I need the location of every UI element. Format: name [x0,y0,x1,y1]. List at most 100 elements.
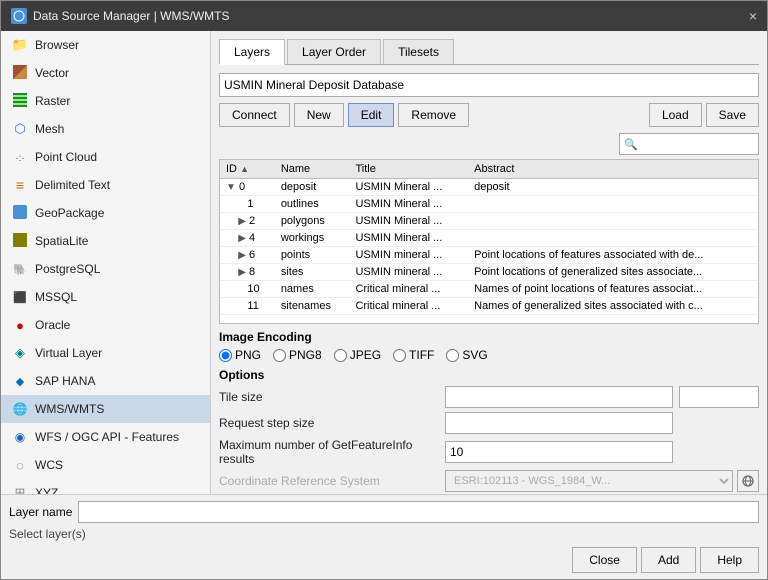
layer-name-input[interactable] [78,501,759,523]
table-row[interactable]: ▼ 0 deposit USMIN Mineral ... deposit [220,179,758,196]
crs-select[interactable]: ESRI:102113 - WGS_1984_W... [445,470,733,492]
virtual-icon [11,344,29,362]
sidebar-item-postgresql[interactable]: PostgreSQL [1,255,210,283]
edit-button[interactable]: Edit [348,103,395,127]
add-button[interactable]: Add [641,547,696,573]
table-row[interactable]: 1 outlines USMIN Mineral ... [220,196,758,213]
vector-icon [11,64,29,82]
sidebar-item-pointcloud[interactable]: Point Cloud [1,143,210,171]
request-step-input[interactable] [445,412,673,434]
sidebar-item-wcs[interactable]: WCS [1,451,210,479]
sidebar-item-delimited[interactable]: Delimited Text [1,171,210,199]
save-button[interactable]: Save [706,103,759,127]
table-row[interactable]: 11 sitenames Critical mineral ... Names … [220,298,758,315]
wcs-icon [11,456,29,474]
radio-png[interactable]: PNG [219,348,261,362]
cell-abstract [468,196,758,213]
radio-svg[interactable]: SVG [446,348,487,362]
close-window-button[interactable]: × [749,8,757,24]
connection-dropdown[interactable]: USMIN Mineral Deposit Database [219,73,759,97]
crs-row: ESRI:102113 - WGS_1984_W... [445,470,759,492]
max-features-input[interactable] [445,441,673,463]
sidebar-item-label: Virtual Layer [35,346,102,360]
col-name[interactable]: Name [275,160,350,179]
cell-id: 11 [220,298,275,315]
image-encoding-section: Image Encoding PNG PNG8 JPEG TIFF [219,330,759,362]
max-features-label: Maximum number of GetFeatureInfo results [219,438,439,466]
sidebar-item-label: SpatiaLite [35,234,88,248]
toolbar-buttons: Connect New Edit Remove Load Save [219,103,759,127]
sidebar-item-xyz[interactable]: XYZ [1,479,210,494]
sidebar-item-label: WCS [35,458,63,472]
radio-tiff[interactable]: TIFF [393,348,434,362]
titlebar-left: Data Source Manager | WMS/WMTS [11,8,230,24]
new-button[interactable]: New [294,103,344,127]
cell-name: sitenames [275,298,350,315]
table-row[interactable]: ▶ 4 workings USMIN Mineral ... [220,230,758,247]
col-title[interactable]: Title [349,160,468,179]
search-row: 🔍 [219,133,759,155]
sidebar-item-wfs[interactable]: WFS / OGC API - Features [1,423,210,451]
tile-size-label: Tile size [219,390,439,404]
layers-table-container: ID ▲ Name Title Abstract ▼ 0 deposit USM… [219,159,759,324]
sidebar-item-wms[interactable]: WMS/WMTS [1,395,210,423]
sap-icon [11,372,29,390]
sidebar-item-spatialite[interactable]: SpatiaLite [1,227,210,255]
sidebar: Browser Vector Raster Mesh Point Cloud D… [1,31,211,494]
tab-tilesets[interactable]: Tilesets [383,39,454,64]
spatialite-icon [11,232,29,250]
close-button[interactable]: Close [572,547,637,573]
cell-name: outlines [275,196,350,213]
connect-button[interactable]: Connect [219,103,290,127]
radio-jpeg[interactable]: JPEG [334,348,381,362]
sidebar-item-mssql[interactable]: MSSQL [1,283,210,311]
sidebar-item-vector[interactable]: Vector [1,59,210,87]
layers-table: ID ▲ Name Title Abstract ▼ 0 deposit USM… [220,160,758,315]
cell-abstract: Names of generalized sites associated wi… [468,298,758,315]
cell-title: Critical mineral ... [349,298,468,315]
table-row[interactable]: ▶ 6 points USMIN mineral ... Point locat… [220,247,758,264]
search-icon: 🔍 [624,138,638,151]
col-id[interactable]: ID ▲ [220,160,275,179]
tile-size-input1[interactable] [445,386,673,408]
sidebar-item-label: SAP HANA [35,374,95,388]
crs-label: Coordinate Reference System [219,474,439,488]
cell-name: names [275,281,350,298]
tab-layerorder[interactable]: Layer Order [287,39,381,64]
search-input[interactable] [640,137,754,151]
request-step-label: Request step size [219,416,439,430]
table-row[interactable]: 10 names Critical mineral ... Names of p… [220,281,758,298]
sidebar-item-raster[interactable]: Raster [1,87,210,115]
col-abstract[interactable]: Abstract [468,160,758,179]
sidebar-item-label: Browser [35,38,79,52]
sidebar-item-label: Oracle [35,318,70,332]
select-layers-label: Select layer(s) [9,527,86,541]
tab-bar: Layers Layer Order Tilesets [219,39,759,65]
sidebar-item-label: Vector [35,66,69,80]
connection-dropdown-row: USMIN Mineral Deposit Database [219,73,759,97]
cell-id: 10 [220,281,275,298]
cell-name: deposit [275,179,350,196]
tile-size-input2[interactable] [679,386,759,408]
load-button[interactable]: Load [649,103,702,127]
sidebar-item-label: MSSQL [35,290,77,304]
crs-browse-button[interactable] [737,470,759,492]
cell-id: ▶ 2 [220,213,275,230]
table-row[interactable]: ▶ 2 polygons USMIN Mineral ... [220,213,758,230]
sidebar-item-browser[interactable]: Browser [1,31,210,59]
sidebar-item-label: XYZ [35,486,58,494]
sidebar-item-virtual[interactable]: Virtual Layer [1,339,210,367]
app-icon [11,8,27,24]
sidebar-item-mesh[interactable]: Mesh [1,115,210,143]
layer-name-label: Layer name [9,505,72,519]
help-button[interactable]: Help [700,547,759,573]
sidebar-item-geopackage[interactable]: GeoPackage [1,199,210,227]
window: Data Source Manager | WMS/WMTS × Browser… [0,0,768,580]
sidebar-item-sap[interactable]: SAP HANA [1,367,210,395]
radio-png8[interactable]: PNG8 [273,348,322,362]
tab-layers[interactable]: Layers [219,39,285,65]
table-row[interactable]: ▶ 8 sites USMIN mineral ... Point locati… [220,264,758,281]
postgresql-icon [11,260,29,278]
remove-button[interactable]: Remove [398,103,469,127]
sidebar-item-oracle[interactable]: Oracle [1,311,210,339]
